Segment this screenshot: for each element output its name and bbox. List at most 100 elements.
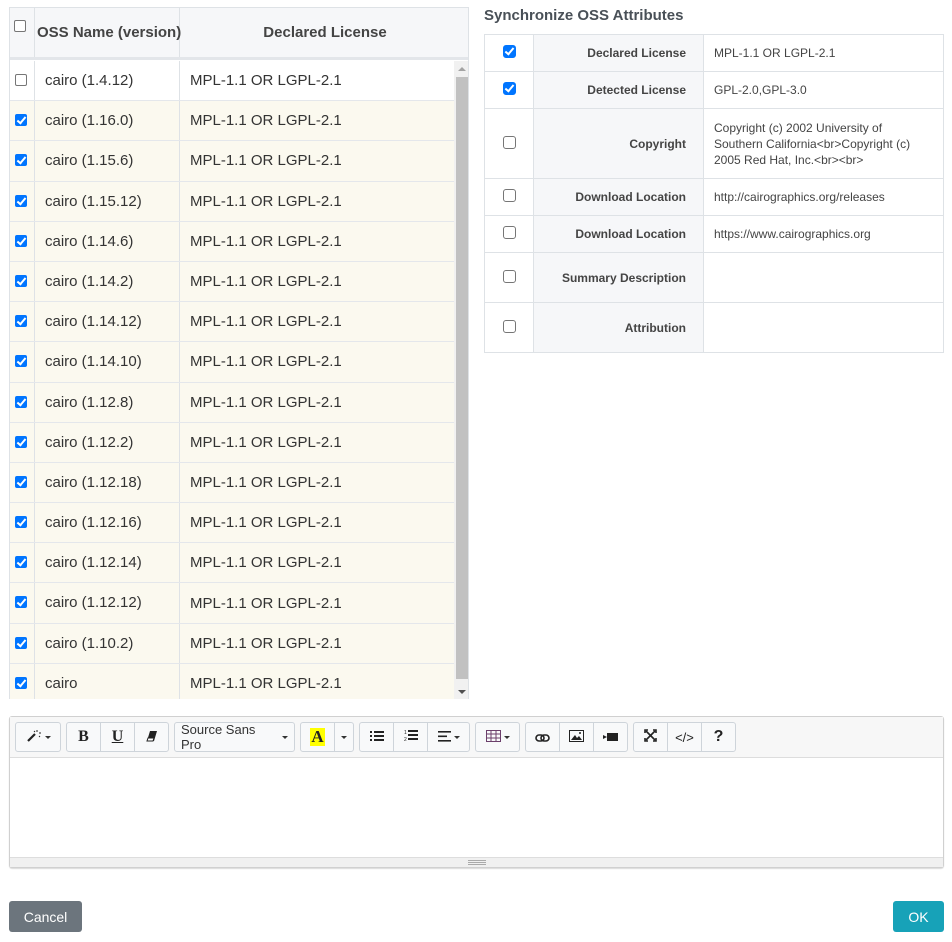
sync-attribute-value [703,302,944,353]
oss-list-row[interactable]: cairo (1.15.6) MPL-1.1 OR LGPL-2.1 [10,141,454,182]
sync-attribute-value: GPL-2.0,GPL-3.0 [703,71,944,109]
row-checkbox[interactable] [15,355,27,368]
unordered-list-button[interactable] [359,722,394,752]
sync-attribute-label: Declared License [533,34,704,72]
help-button[interactable]: ? [701,722,736,752]
row-checkbox[interactable] [15,516,27,529]
declared-license-cell: MPL-1.1 OR LGPL-2.1 [190,514,342,532]
row-checkbox[interactable] [15,74,27,86]
svg-text:1: 1 [404,730,407,736]
oss-list-row[interactable]: cairo (1.14.10) MPL-1.1 OR LGPL-2.1 [10,342,454,383]
resize-grip-icon[interactable] [468,860,486,865]
scroll-up-arrow-icon[interactable] [458,67,466,71]
row-checkbox[interactable] [15,315,27,328]
row-checkbox[interactable] [15,676,27,689]
chevron-down-icon [44,735,51,739]
sync-attribute-row: Download Location https://www.cairographi… [484,215,944,253]
select-all-checkbox[interactable] [14,20,26,32]
sync-attribute-checkbox[interactable] [502,269,516,283]
declared-license-cell: MPL-1.1 OR LGPL-2.1 [190,152,342,170]
oss-list-row[interactable]: cairo (1.15.12) MPL-1.1 OR LGPL-2.1 [10,181,454,222]
oss-list-row[interactable]: cairo (1.4.12) MPL-1.1 OR LGPL-2.1 [10,61,454,102]
row-checkbox[interactable] [15,114,27,127]
oss-list-row[interactable]: cairo (1.12.2) MPL-1.1 OR LGPL-2.1 [10,422,454,463]
row-checkbox[interactable] [15,475,27,488]
declared-license-cell: MPL-1.1 OR LGPL-2.1 [190,192,342,210]
oss-name-cell: cairo (1.12.12) [35,583,180,623]
scrollbar-thumb[interactable] [456,77,468,679]
table-button[interactable] [475,722,520,752]
row-checkbox[interactable] [15,556,27,569]
declared-license-cell: MPL-1.1 OR LGPL-2.1 [190,433,342,451]
oss-list-row[interactable]: cairo (1.12.16) MPL-1.1 OR LGPL-2.1 [10,503,454,544]
font-color-button[interactable]: A [300,722,335,752]
sync-attribute-checkbox[interactable] [502,45,516,58]
ordered-list-button[interactable]: 12 [393,722,428,752]
clear-format-button[interactable] [134,722,169,752]
scroll-down-arrow-icon[interactable] [458,690,466,694]
oss-list-row[interactable]: cairo (1.12.8) MPL-1.1 OR LGPL-2.1 [10,382,454,423]
sync-attribute-checkbox[interactable] [502,135,516,149]
editor-resize-bar[interactable] [10,857,943,867]
row-checkbox[interactable] [15,435,27,448]
row-checkbox[interactable] [15,636,27,649]
insert-picture-button[interactable] [559,722,594,752]
oss-list-row[interactable]: cairo (1.12.12) MPL-1.1 OR LGPL-2.1 [10,583,454,624]
oss-name-cell: cairo (1.14.2) [35,261,180,302]
row-checkbox[interactable] [15,154,27,167]
oss-name-cell: cairo (1.15.12) [35,181,180,221]
declared-license-cell: MPL-1.1 OR LGPL-2.1 [190,353,342,371]
row-checkbox[interactable] [15,596,27,609]
oss-list-row[interactable]: cairo (1.12.18) MPL-1.1 OR LGPL-2.1 [10,462,454,504]
sync-panel-title: Synchronize OSS Attributes [484,7,684,24]
font-family-dropdown[interactable]: Source Sans Pro [174,722,295,752]
cancel-button[interactable]: Cancel [9,901,82,932]
eraser-icon [145,730,158,745]
row-checkbox[interactable] [15,234,27,247]
ok-button[interactable]: OK [893,901,944,932]
row-checkbox[interactable] [15,395,27,408]
sync-attribute-checkbox[interactable] [502,319,516,333]
declared-license-cell: MPL-1.1 OR LGPL-2.1 [190,634,342,652]
underline-button[interactable]: U [100,722,135,752]
oss-list-row[interactable]: cairo (1.14.6) MPL-1.1 OR LGPL-2.1 [10,221,454,262]
code-view-button[interactable]: </> [667,722,702,752]
sync-attribute-label: Attribution [533,302,704,353]
editor-content-area[interactable] [10,758,943,857]
oss-list-row[interactable]: cairo (1.14.2) MPL-1.1 OR LGPL-2.1 [10,261,454,303]
oss-list-scrollbar[interactable] [454,61,468,699]
oss-name-cell: cairo (1.16.0) [35,101,180,141]
sync-attribute-checkbox[interactable] [502,189,516,202]
paragraph-align-button[interactable] [427,722,470,752]
insert-link-button[interactable] [525,722,560,752]
declared-license-cell: MPL-1.1 OR LGPL-2.1 [190,473,342,491]
oss-list-row[interactable]: cairo (1.16.0) MPL-1.1 OR LGPL-2.1 [10,101,454,142]
video-icon [603,730,618,745]
oss-name-cell: cairo (1.12.18) [35,462,180,503]
rich-text-editor: B U Source Sans Pro A 12 </> ? [9,716,944,868]
row-checkbox[interactable] [15,194,27,207]
oss-list-row[interactable]: cairo MPL-1.1 OR LGPL-2.1 [10,663,454,699]
oss-list-row[interactable]: cairo (1.14.12) MPL-1.1 OR LGPL-2.1 [10,302,454,343]
sync-attribute-row: Declared License MPL-1.1 OR LGPL-2.1 [484,34,944,72]
oss-list-table: OSS Name (version) Declared License cair… [9,7,469,699]
sync-attribute-value [703,252,944,303]
oss-name-cell: cairo (1.10.2) [35,623,180,663]
sync-attribute-checkbox[interactable] [502,226,516,239]
fullscreen-button[interactable] [633,722,668,752]
sync-attribute-value: Copyright (c) 2002 University of Souther… [703,108,944,179]
sync-attribute-row: Copyright Copyright (c) 2002 University o… [484,108,944,179]
font-color-dropdown[interactable] [334,722,354,752]
bold-button[interactable]: B [66,722,101,752]
insert-video-button[interactable] [593,722,628,752]
column-header-declared-license[interactable]: Declared License [180,8,468,57]
oss-list-row[interactable]: cairo (1.10.2) MPL-1.1 OR LGPL-2.1 [10,623,454,664]
row-checkbox[interactable] [15,274,27,287]
sync-attribute-value: MPL-1.1 OR LGPL-2.1 [703,34,944,72]
oss-name-cell: cairo (1.12.2) [35,422,180,462]
sync-attribute-value: https://www.cairographics.org [703,215,944,253]
column-header-oss-name[interactable]: OSS Name (version) [35,8,181,57]
oss-list-row[interactable]: cairo (1.12.14) MPL-1.1 OR LGPL-2.1 [10,543,454,584]
sync-attribute-checkbox[interactable] [502,82,516,95]
style-button[interactable] [15,722,61,752]
